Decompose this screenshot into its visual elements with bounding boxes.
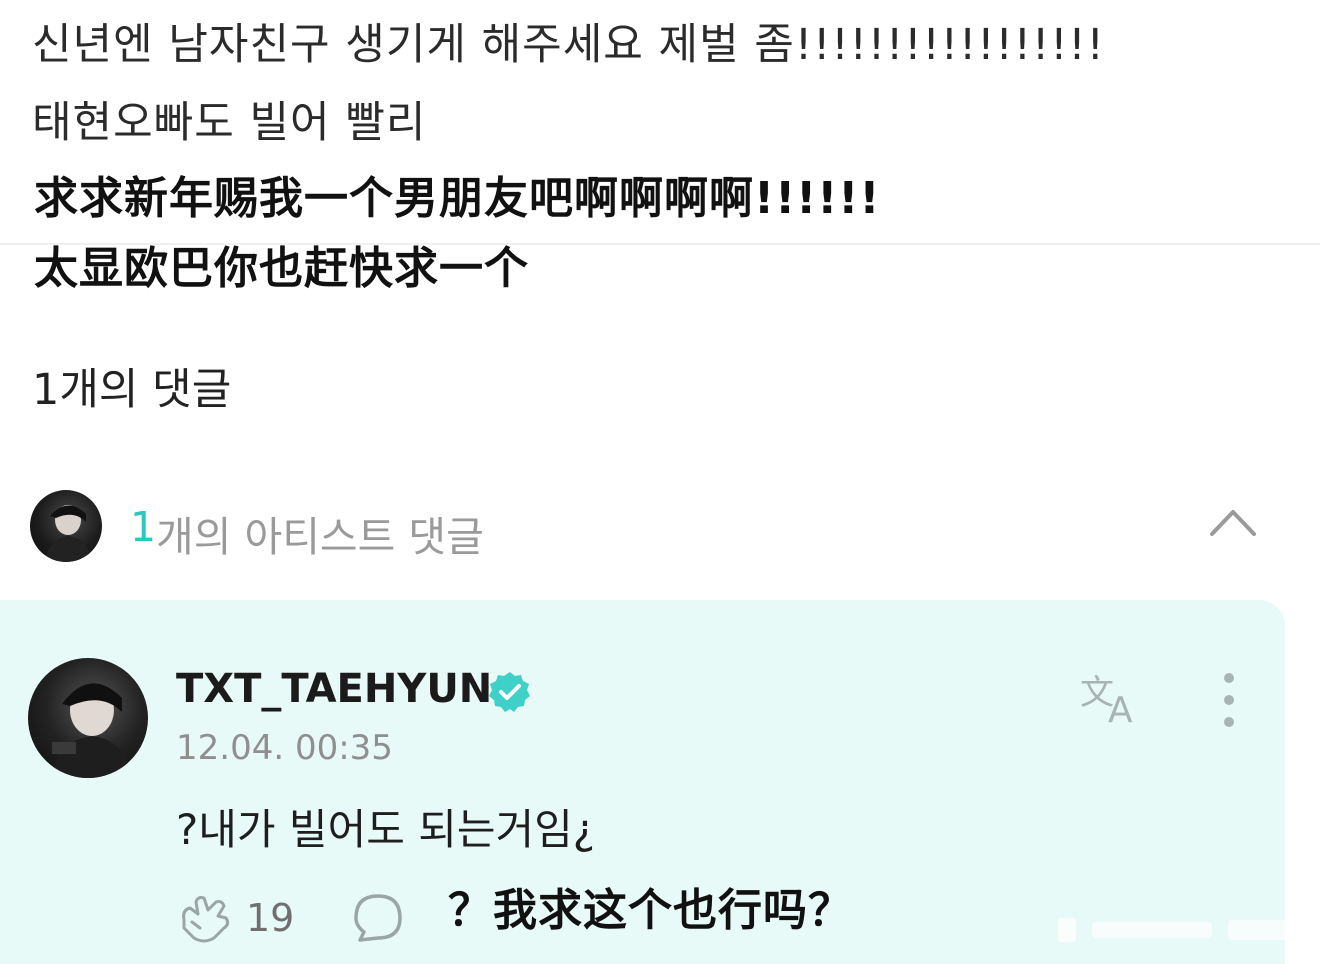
svg-text:A: A [1108, 690, 1133, 726]
artist-comment-count-label: 개의 아티스트 댓글 [156, 513, 484, 561]
avatar[interactable] [28, 658, 148, 778]
like-hand-icon[interactable] [176, 892, 232, 944]
artist-username[interactable]: TXT_TAEHYUN [176, 666, 492, 712]
comment-count: 1개의 댓글 [32, 365, 232, 415]
more-vertical-icon[interactable] [1214, 670, 1244, 730]
post-text-ko-line2: 태현오빠도 빌어 빨리 [32, 98, 427, 148]
artist-comment-text: ?내가 빌어도 되는거임¿ [176, 805, 596, 854]
page: 신년엔 남자친구 생기게 해주세요 제벌 좀!!!!!!!!!!!!!!!!! … [0, 0, 1320, 964]
post-translation-zh-line2: 太显欧巴你也赶快求一个 [34, 243, 529, 294]
like-count: 19 [246, 896, 295, 940]
chevron-up-icon[interactable] [1208, 502, 1258, 542]
watermark-icon [1058, 918, 1288, 942]
avatar [30, 490, 102, 562]
divider [0, 243, 1320, 245]
verified-badge-icon [489, 672, 530, 712]
artist-comments-header[interactable]: 1 개의 아티스트 댓글 [0, 480, 1320, 580]
post-text-ko-line1: 신년엔 남자친구 생기게 해주세요 제벌 좀!!!!!!!!!!!!!!!!! [32, 20, 1105, 70]
translate-icon[interactable]: 文 A [1078, 670, 1146, 726]
reply-bubble-icon[interactable] [350, 892, 406, 946]
comment-timestamp: 12.04. 00:35 [176, 728, 393, 768]
artist-comment-count-number: 1 [130, 503, 157, 551]
translation-caption-zh: ？我求这个也行吗？ [448, 885, 853, 936]
post-translation-zh-line1: 求求新年赐我一个男朋友吧啊啊啊啊!!!!!! [34, 173, 881, 224]
